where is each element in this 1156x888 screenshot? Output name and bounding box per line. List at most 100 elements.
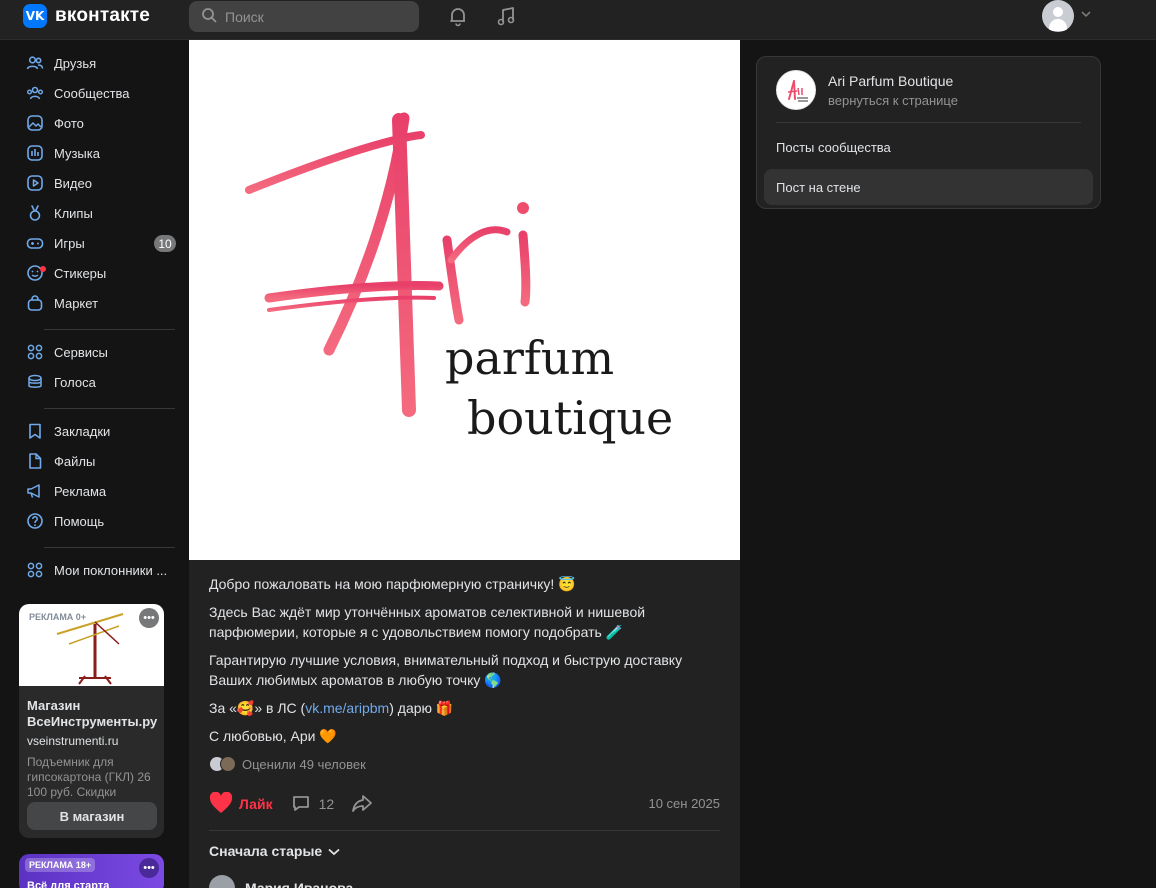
comments-sort[interactable]: Сначала старые — [209, 843, 720, 859]
clips-icon — [26, 204, 44, 222]
share-button[interactable] — [350, 793, 374, 816]
vk-logo[interactable]: VK вконтакте — [23, 4, 150, 28]
sidebar-item-clips[interactable]: Клипы — [18, 198, 178, 228]
rated-count: Оценили 49 человек — [242, 756, 366, 772]
sidebar-item-label: Маркет — [54, 295, 99, 311]
sidebar-item-bookmark[interactable]: Закладки — [18, 416, 178, 446]
sidebar-item-label: Видео — [54, 175, 92, 191]
panel-item-community-posts[interactable]: Посты сообщества — [764, 129, 1093, 165]
post-date[interactable]: 10 сен 2025 — [648, 796, 720, 811]
sidebar-item-label: Закладки — [54, 423, 111, 439]
ad-title[interactable]: Магазин ВсеИнструменты.ру — [19, 686, 164, 730]
post-text-p4-start: За «🥰» в ЛС ( — [209, 700, 306, 716]
sidebar-item-market[interactable]: Маркет — [18, 288, 178, 318]
bell-icon[interactable] — [446, 4, 470, 28]
sidebar-item-files[interactable]: Файлы — [18, 446, 178, 476]
commenter-avatar[interactable] — [209, 875, 235, 888]
comment-button[interactable]: 12 — [291, 793, 335, 816]
avatar[interactable] — [1042, 0, 1074, 32]
vk-me-link[interactable]: vk.me/aripbm — [305, 700, 389, 716]
search-input[interactable] — [225, 8, 405, 25]
sidebar-item-label: Фото — [54, 115, 84, 131]
sidebar-item-stickers[interactable]: Стикеры — [18, 258, 178, 288]
reactor-avatar — [220, 756, 236, 772]
ad-label: РЕКЛАМА 0+ — [25, 610, 91, 624]
post-body: Добро пожаловать на мою парфюмерную стра… — [189, 560, 740, 888]
post-text-p3: Гарантирую лучшие условия, внимательный … — [209, 652, 683, 688]
ads-icon — [26, 482, 44, 500]
sidebar-item-label: Сервисы — [54, 344, 108, 360]
chevron-down-icon — [328, 843, 340, 859]
sidebar-item-friends[interactable]: Друзья — [18, 48, 178, 78]
ad-shop-button[interactable]: В магазин — [27, 802, 157, 830]
more-icon[interactable]: ••• — [139, 858, 159, 878]
reactions-summary[interactable]: Оценили 49 человек — [209, 756, 720, 772]
community-name[interactable]: Ari Parfum Boutique — [828, 73, 958, 89]
community-avatar[interactable] — [776, 70, 816, 110]
sidebar-item-label: Помощь — [54, 513, 105, 529]
video-icon — [26, 174, 44, 192]
top-bar: VK вконтакте — [0, 0, 1156, 40]
sidebar-divider — [44, 547, 175, 548]
comments-count: 12 — [318, 796, 335, 812]
logo-text-boutique: boutique — [467, 391, 673, 445]
commenter-name[interactable]: Мария Иванова — [245, 880, 353, 888]
sidebar: Друзья Сообщества Фото Музыка Видео Клипы Игры… — [18, 40, 178, 585]
sidebar-item-calls-partial[interactable] — [18, 36, 178, 48]
sidebar-item-communities[interactable]: Сообщества — [18, 78, 178, 108]
search-box[interactable] — [189, 1, 419, 32]
ad-label-2: РЕКЛАМА 18+ — [25, 858, 96, 872]
comment-item: Мария Иванова — [209, 875, 720, 888]
sidebar-item-photo[interactable]: Фото — [18, 108, 178, 138]
post-image[interactable]: parfum boutique — [189, 40, 740, 560]
ad-domain: vseinstrumenti.ru — [27, 734, 119, 748]
post-text-p5: С любовью, Ари 🧡 — [209, 728, 337, 744]
post-text-p4-end: ) дарю 🎁 — [389, 700, 454, 716]
sidebar-item-label: Мои поклонники ... — [54, 562, 168, 578]
ad-image[interactable]: РЕКЛАМА 0+ ••• — [19, 604, 164, 686]
back-to-page-link[interactable]: вернуться к странице — [828, 93, 958, 108]
chevron-down-icon[interactable] — [1081, 10, 1091, 21]
sidebar-item-label: Реклама — [54, 483, 107, 499]
more-icon[interactable]: ••• — [139, 608, 159, 628]
panel-item-wall-post[interactable]: Пост на стене — [764, 169, 1093, 205]
sidebar-item-video[interactable]: Видео — [18, 168, 178, 198]
like-button[interactable]: Лайк — [209, 791, 273, 817]
logo-text-parfum: parfum — [445, 331, 614, 385]
games-badge: 10 — [154, 235, 176, 252]
share-icon — [350, 793, 374, 816]
ad-card-2[interactable]: РЕКЛАМА 18+ ••• Всё для старта — [19, 854, 164, 888]
ad-title-2: Всё для старта — [27, 880, 110, 888]
sidebar-item-votes[interactable]: Голоса — [18, 367, 178, 397]
sidebar-item-music[interactable]: Музыка — [18, 138, 178, 168]
post-text-p4: За «🥰» в ЛС (vk.me/aripbm) дарю 🎁 — [209, 698, 720, 718]
search-icon — [201, 7, 217, 26]
sidebar-item-label: Голоса — [54, 374, 96, 390]
music-note-icon[interactable] — [494, 4, 518, 28]
music-icon — [26, 144, 44, 162]
sidebar-item-games[interactable]: Игры 10 — [18, 228, 178, 258]
help-icon — [26, 512, 44, 530]
sidebar-item-label: Клипы — [54, 205, 93, 221]
sidebar-item-label: Сообщества — [54, 85, 130, 101]
sidebar-item-ads[interactable]: Реклама — [18, 476, 178, 506]
ad-card[interactable]: РЕКЛАМА 0+ ••• Магазин ВсеИнструменты.ру… — [19, 604, 164, 838]
comment-icon — [291, 793, 311, 816]
sidebar-item-services[interactable]: Сервисы — [18, 337, 178, 367]
photo-icon — [26, 114, 44, 132]
like-label: Лайк — [239, 796, 273, 812]
files-icon — [26, 452, 44, 470]
games-icon — [26, 234, 44, 252]
notification-dot — [40, 266, 46, 272]
market-icon — [26, 294, 44, 312]
panel-header[interactable]: Ari Parfum Boutique вернуться к странице — [757, 57, 1100, 110]
sidebar-item-help[interactable]: Помощь — [18, 506, 178, 536]
sidebar-item-label: Файлы — [54, 453, 96, 469]
sidebar-item-label: Музыка — [54, 145, 100, 161]
sidebar-item-label: Друзья — [54, 55, 97, 71]
vk-logo-mark: VK — [23, 4, 47, 28]
sidebar-item-label: Стикеры — [54, 265, 107, 281]
services-icon — [26, 343, 44, 361]
fans-icon — [26, 561, 44, 579]
sidebar-item-fans[interactable]: Мои поклонники ... — [18, 555, 178, 585]
